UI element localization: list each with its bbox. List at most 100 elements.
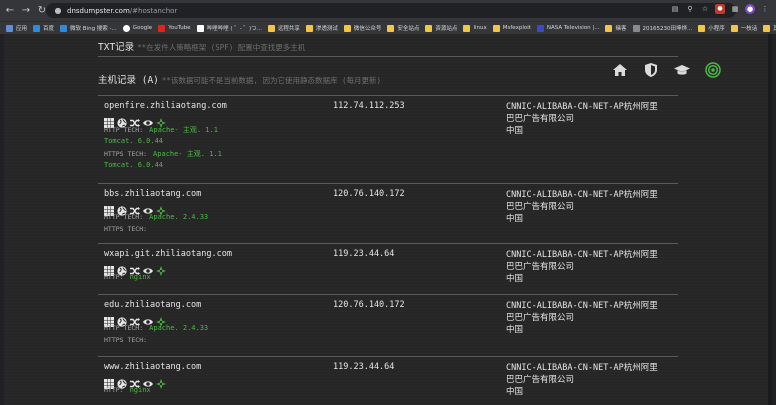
bookmark-item[interactable]: linux xyxy=(463,24,487,32)
bookmark-label: 哔哩哔哩 ( ゜- ゜)つ... xyxy=(206,26,262,32)
asn-info: CNNIC-ALIBABA-CN-NET-AP杭州阿里 巴巴广告有限公司 中国 xyxy=(506,189,658,225)
browser-window: ← → ↻ ● dnsdumpster.com/#hostanchor ▤ ⚲ … xyxy=(0,0,776,405)
bookmark-item[interactable]: 应用 xyxy=(6,24,27,32)
bookmarks-bar: 应用 百度 微软 Bing 搜索 -... Google YouTube 哔哩哔哩 ( ゜… xyxy=(0,21,776,34)
asn-line: CNNIC-ALIBABA-CN-NET-AP杭州阿里 xyxy=(506,190,658,200)
back-arrow-icon[interactable]: ← xyxy=(4,5,16,17)
grid-icon[interactable] xyxy=(104,261,114,276)
bookmark-item[interactable]: 百度 xyxy=(33,24,54,32)
country: 中国 xyxy=(506,214,524,224)
avatar[interactable]: ● xyxy=(745,4,755,14)
asn-line: 巴巴广告有限公司 xyxy=(506,313,575,323)
grid-icon[interactable] xyxy=(104,374,114,389)
bookmark-item[interactable]: 小程序 xyxy=(698,24,725,32)
scrollbar[interactable] xyxy=(768,34,772,405)
shuffle-icon[interactable] xyxy=(130,261,140,275)
grid-icon[interactable] xyxy=(104,201,114,216)
bookmark-item[interactable]: YouTube xyxy=(158,24,191,32)
folder-icon xyxy=(605,24,613,32)
txt-note: **在发件人策略框架 (SPF) 配置中查找更多主机 xyxy=(137,43,306,52)
eye-icon[interactable] xyxy=(143,113,153,126)
bookmark-item[interactable]: 哔哩哔哩 ( ゜- ゜)つ... xyxy=(196,24,262,32)
ip-address: 112.74.112.253 xyxy=(333,101,405,111)
crosshair-icon[interactable] xyxy=(156,113,166,128)
crosshair-icon[interactable] xyxy=(156,374,166,389)
bookmark-item[interactable]: 微信公众号 xyxy=(343,24,381,32)
extension-badge-icon[interactable]: ● xyxy=(715,4,725,14)
home-icon[interactable] xyxy=(612,62,628,78)
folder-icon xyxy=(463,24,471,32)
target-icon[interactable] xyxy=(705,62,721,78)
tech-value: Tomcat. 6.0.44 xyxy=(104,137,164,145)
translate-icon[interactable]: ▤ xyxy=(670,4,680,14)
nasa-icon xyxy=(536,24,544,32)
crosshair-icon[interactable] xyxy=(156,312,166,327)
tech-label: HTTP: xyxy=(104,386,124,394)
bookmark-item[interactable]: 资源站点 xyxy=(425,24,457,32)
tech-value: nginx xyxy=(129,273,151,281)
yt-icon xyxy=(158,24,166,32)
shuffle-icon[interactable] xyxy=(130,374,140,388)
folder-icon xyxy=(343,24,351,32)
bookmark-item[interactable]: 安全站点 xyxy=(387,24,419,32)
globe-icon[interactable] xyxy=(117,261,127,276)
tech-label: HTTPS TECH: xyxy=(104,336,148,344)
globe-icon[interactable] xyxy=(117,201,127,216)
eye-icon[interactable] xyxy=(143,261,153,274)
bookmark-item[interactable]: 微软 Bing 搜索 -... xyxy=(60,24,117,32)
zoom-icon[interactable]: ⚲ xyxy=(685,4,695,14)
bookmark-item[interactable]: 20165230田坤烨... xyxy=(632,24,693,32)
bookmark-item[interactable]: NASA Television |... xyxy=(536,24,599,32)
hostname[interactable]: openfire.zhiliaotang.com xyxy=(104,101,227,111)
asn-line: 巴巴广告有限公司 xyxy=(506,202,575,212)
tech-value: Apache- 主观. 1.1 xyxy=(153,150,222,158)
globe-icon[interactable] xyxy=(117,312,127,327)
globe-icon[interactable] xyxy=(117,374,127,389)
tech-line: Tomcat. 6.0.44 xyxy=(104,137,163,145)
bookmark-item[interactable]: 赌客 xyxy=(605,24,627,32)
ip-address: 120.76.140.172 xyxy=(333,300,405,310)
txt-records-heading: TXT记录 **在发件人策略框架 (SPF) 配置中查找更多主机 xyxy=(98,39,305,53)
bookmark-item[interactable]: Google xyxy=(122,24,152,32)
grid-icon[interactable] xyxy=(104,113,114,128)
eye-icon[interactable] xyxy=(143,201,153,214)
apps-icon xyxy=(6,24,13,32)
tech-line: HTTPS TECH: xyxy=(104,225,153,233)
crosshair-icon[interactable] xyxy=(156,201,166,216)
host-records-table: openfire.zhiliaotang.com HTTP TECH: Apache… xyxy=(98,95,678,405)
shield-icon[interactable] xyxy=(643,62,659,78)
asn-info: CNNIC-ALIBABA-CN-NET-AP杭州阿里 巴巴广告有限公司 中国 xyxy=(506,249,658,285)
bookmark-label: 小程序 xyxy=(708,26,725,32)
bookmark-item[interactable]: 其他书签 xyxy=(763,24,776,32)
asn-line: CNNIC-ALIBABA-CN-NET-AP杭州阿里 xyxy=(506,301,658,311)
folder-icon xyxy=(492,24,500,32)
bookmark-item[interactable]: 渗透测试 xyxy=(305,24,338,32)
extension-icon[interactable]: ▦ xyxy=(730,4,740,14)
eye-icon[interactable] xyxy=(143,374,153,387)
address-bar-row: ← → ↻ ● dnsdumpster.com/#hostanchor ▤ ⚲ … xyxy=(0,0,776,21)
shuffle-icon[interactable] xyxy=(130,113,140,127)
shuffle-icon[interactable] xyxy=(130,312,140,326)
bookmark-item[interactable]: 一枝话 xyxy=(730,24,757,32)
globe-icon[interactable] xyxy=(117,113,127,128)
bookmark-item[interactable]: Msfexploit xyxy=(492,24,531,32)
grid-icon[interactable] xyxy=(104,312,114,327)
folder-icon xyxy=(425,24,433,32)
tech-label: HTTPS TECH: xyxy=(104,225,148,233)
bookmark-item[interactable]: 远程共享 xyxy=(267,24,300,32)
hostname[interactable]: www.zhiliaotang.com xyxy=(104,362,201,372)
star-icon[interactable]: ☆ xyxy=(700,4,710,14)
hostname[interactable]: edu.zhiliaotang.com xyxy=(104,300,201,310)
bing-icon xyxy=(33,24,41,32)
graduation-cap-icon[interactable] xyxy=(674,62,690,78)
url-input[interactable]: ● dnsdumpster.com/#hostanchor xyxy=(46,3,736,18)
hostname[interactable]: bbs.zhiliaotang.com xyxy=(104,189,201,199)
menu-icon[interactable]: ⋮ xyxy=(760,4,770,14)
shuffle-icon[interactable] xyxy=(130,201,140,215)
hostname[interactable]: wxapi.git.zhiliaotang.com xyxy=(104,249,232,259)
eye-icon[interactable] xyxy=(143,312,153,325)
crosshair-icon[interactable] xyxy=(156,261,166,276)
forward-arrow-icon[interactable]: → xyxy=(20,5,32,17)
bookmark-label: 20165230田坤烨... xyxy=(642,26,693,32)
page-content: TXT记录 **在发件人策略框架 (SPF) 配置中查找更多主机 主机记录 (A)… xyxy=(4,34,772,405)
